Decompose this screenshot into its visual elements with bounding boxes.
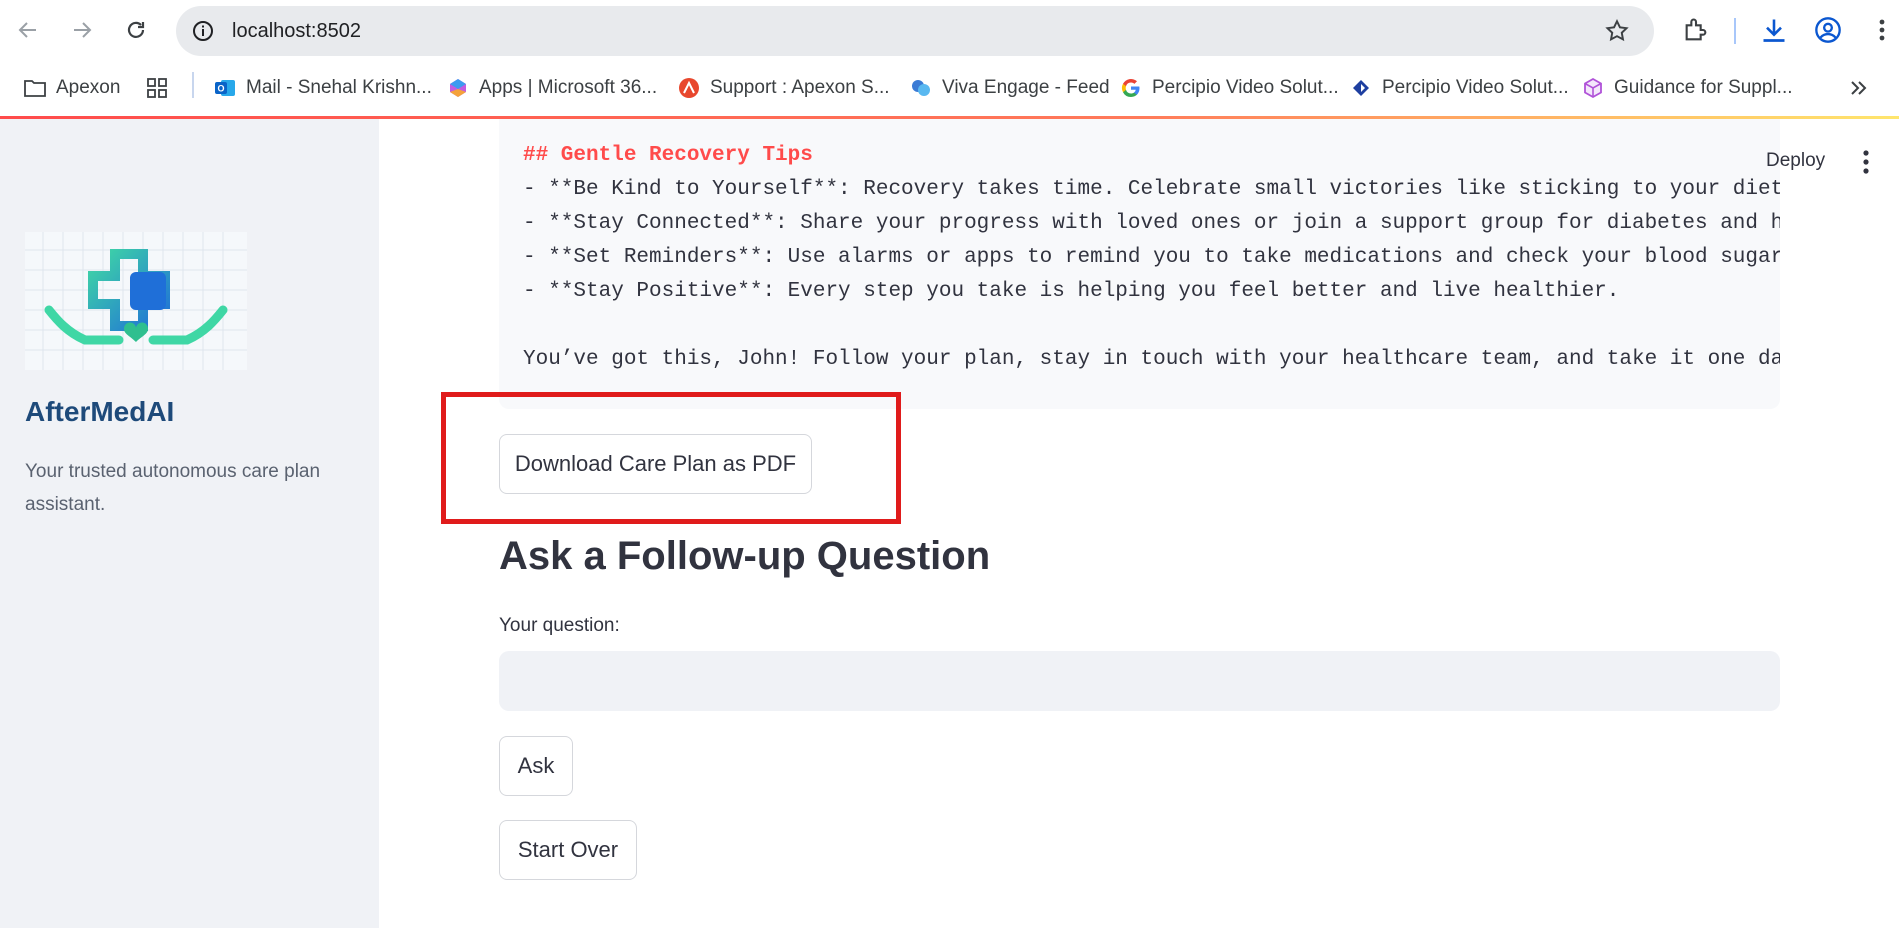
bookmark-label: Support : Apexon S...: [710, 77, 890, 98]
toolbar-divider: [1734, 18, 1736, 44]
bookmark-label: Mail - Snehal Krishn...: [246, 77, 432, 98]
ask-button[interactable]: Ask: [499, 736, 573, 796]
bookmark-mail[interactable]: O Mail - Snehal Krishn...: [214, 72, 432, 104]
question-label: Your question:: [499, 615, 620, 636]
outlook-icon: O: [214, 77, 236, 99]
apps-grid-icon: [146, 77, 168, 99]
bookmark-star-icon[interactable]: [1604, 18, 1630, 49]
url-text[interactable]: localhost:8502: [232, 20, 361, 43]
support-icon: [678, 77, 700, 99]
bookmark-label: Percipio Video Solut...: [1152, 77, 1339, 98]
microsoft365-icon: [447, 77, 469, 99]
bookmark-label: Apexon: [56, 77, 121, 98]
browser-menu-icon[interactable]: [1866, 14, 1898, 46]
app-description: Your trusted autonomous care plan assist…: [25, 461, 321, 515]
code-line: - **Set Reminders**: Use alarms or apps …: [523, 246, 1780, 269]
code-line: - **Be Kind to Yourself**: Recovery take…: [523, 178, 1780, 201]
bookmark-support[interactable]: Support : Apexon S...: [678, 72, 890, 104]
more-bookmarks-icon[interactable]: [1848, 72, 1868, 104]
bookmark-viva-engage[interactable]: Viva Engage - Feed: [910, 72, 1110, 104]
code-line: - **Stay Positive**: Every step you take…: [523, 280, 1620, 303]
bookmark-percipio-2[interactable]: Percipio Video Solut...: [1350, 72, 1569, 104]
bookmark-guidance[interactable]: Guidance for Suppl...: [1582, 72, 1793, 104]
reload-icon[interactable]: [118, 12, 154, 48]
bookmark-percipio-1[interactable]: Percipio Video Solut...: [1120, 72, 1339, 104]
care-plan-code-block: ## Gentle Recovery Tips - **Be Kind to Yo…: [499, 119, 1780, 409]
deploy-button[interactable]: Deploy: [1766, 150, 1825, 172]
start-over-button[interactable]: Start Over: [499, 820, 637, 880]
app-logo: [25, 232, 247, 370]
google-icon: [1120, 77, 1142, 99]
code-heading: ## Gentle Recovery Tips: [523, 144, 813, 167]
address-bar[interactable]: localhost:8502: [176, 6, 1654, 56]
bookmark-apps[interactable]: [146, 72, 178, 104]
profile-icon[interactable]: [1812, 14, 1844, 46]
download-pdf-button[interactable]: Download Care Plan as PDF: [499, 434, 812, 494]
bookmark-label: Guidance for Suppl...: [1614, 77, 1793, 98]
bookmark-label: Apps | Microsoft 36...: [479, 77, 658, 98]
extensions-icon[interactable]: [1680, 14, 1712, 46]
bookmark-label: Percipio Video Solut...: [1382, 77, 1569, 98]
code-line: - **Stay Connected**: Share your progres…: [523, 212, 1780, 235]
app-title: AfterMedAI: [25, 396, 175, 427]
main-menu-icon[interactable]: [1858, 148, 1874, 176]
svg-text:O: O: [217, 84, 224, 94]
bookmark-label: Viva Engage - Feed: [942, 77, 1110, 98]
back-icon[interactable]: [10, 12, 46, 48]
viva-engage-icon: [910, 77, 932, 99]
percipio-icon: [1350, 77, 1372, 99]
bookmark-apexon[interactable]: Apexon: [24, 72, 120, 104]
followup-heading: Ask a Follow-up Question: [499, 534, 991, 578]
folder-icon: [24, 77, 46, 99]
cube-icon: [1582, 77, 1604, 99]
bookmark-separator: [192, 72, 194, 98]
browser-toolbar: localhost:8502: [0, 0, 1899, 62]
bookmarks-bar: Apexon O Mail - Snehal Krishn... Apps | …: [0, 62, 1899, 118]
site-info-icon[interactable]: [190, 18, 216, 44]
code-line: You’ve got this, John! Follow your plan,…: [523, 348, 1780, 371]
question-input[interactable]: [499, 651, 1780, 711]
bookmark-microsoft365[interactable]: Apps | Microsoft 36...: [447, 72, 657, 104]
forward-icon[interactable]: [64, 12, 100, 48]
download-icon[interactable]: [1758, 14, 1790, 46]
sidebar: AfterMedAI Your trusted autonomous care …: [0, 119, 379, 928]
